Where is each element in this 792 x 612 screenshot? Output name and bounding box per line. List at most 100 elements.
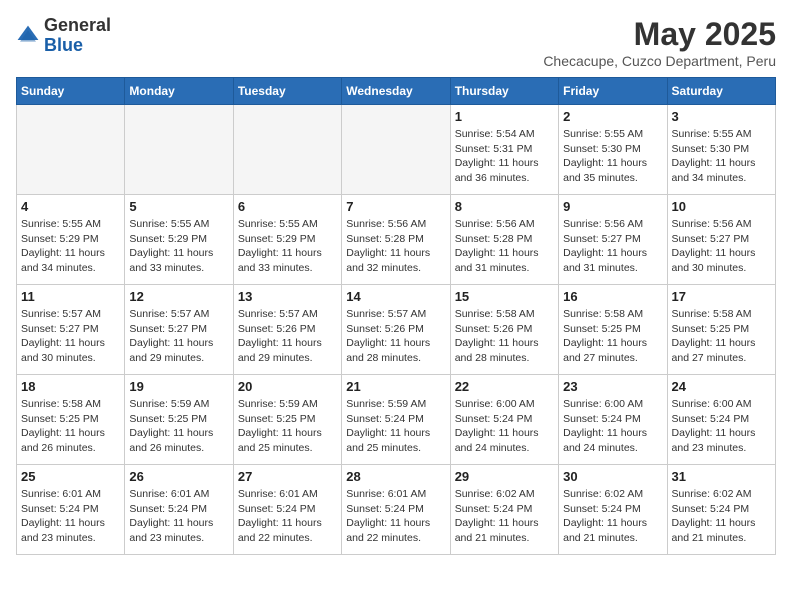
day-info: Sunrise: 6:01 AMSunset: 5:24 PMDaylight:… [238,487,337,546]
calendar-cell: 29 Sunrise: 6:02 AMSunset: 5:24 PMDayligh… [450,465,558,555]
calendar-cell: 30 Sunrise: 6:02 AMSunset: 5:24 PMDayligh… [559,465,667,555]
calendar-cell [17,105,125,195]
day-number: 2 [563,109,662,124]
calendar-cell: 16 Sunrise: 5:58 AMSunset: 5:25 PMDayligh… [559,285,667,375]
calendar-cell: 31 Sunrise: 6:02 AMSunset: 5:24 PMDayligh… [667,465,775,555]
calendar-cell: 13Sunrise: 5:57 AMSunset: 5:26 PMDayligh… [233,285,341,375]
day-number: 6 [238,199,337,214]
day-number: 29 [455,469,554,484]
day-info: Sunrise: 5:55 AMSunset: 5:30 PMDaylight:… [563,127,662,186]
day-number: 13 [238,289,337,304]
day-number: 30 [563,469,662,484]
day-info: Sunrise: 6:01 AMSunset: 5:24 PMDaylight:… [346,487,445,546]
day-of-week-thursday: Thursday [450,78,558,105]
week-row-5: 25Sunrise: 6:01 AMSunset: 5:24 PMDayligh… [17,465,776,555]
calendar-cell: 9Sunrise: 5:56 AMSunset: 5:27 PMDaylight… [559,195,667,285]
day-number: 23 [563,379,662,394]
day-info: Sunrise: 5:54 AMSunset: 5:31 PMDaylight:… [455,127,554,186]
day-of-week-monday: Monday [125,78,233,105]
day-info: Sunrise: 5:59 AMSunset: 5:25 PMDaylight:… [238,397,337,456]
calendar-cell: 25Sunrise: 6:01 AMSunset: 5:24 PMDayligh… [17,465,125,555]
calendar-cell: 1 Sunrise: 5:54 AMSunset: 5:31 PMDaylight… [450,105,558,195]
day-number: 31 [672,469,771,484]
day-number: 12 [129,289,228,304]
day-number: 10 [672,199,771,214]
calendar-cell: 3Sunrise: 5:55 AMSunset: 5:30 PMDaylight… [667,105,775,195]
calendar-cell: 5Sunrise: 5:55 AMSunset: 5:29 PMDaylight… [125,195,233,285]
day-info: Sunrise: 5:55 AMSunset: 5:30 PMDaylight:… [672,127,771,186]
calendar-cell [233,105,341,195]
day-of-week-friday: Friday [559,78,667,105]
day-info: Sunrise: 6:02 AMSunset: 5:24 PMDaylight:… [455,487,554,546]
week-row-4: 18Sunrise: 5:58 AMSunset: 5:25 PMDayligh… [17,375,776,465]
day-info: Sunrise: 5:56 AMSunset: 5:28 PMDaylight:… [455,217,554,276]
day-info: Sunrise: 6:02 AMSunset: 5:24 PMDaylight:… [672,487,771,546]
calendar-cell: 23Sunrise: 6:00 AMSunset: 5:24 PMDayligh… [559,375,667,465]
calendar-cell: 6 Sunrise: 5:55 AMSunset: 5:29 PMDaylight… [233,195,341,285]
calendar-cell: 21Sunrise: 5:59 AMSunset: 5:24 PMDayligh… [342,375,450,465]
day-number: 7 [346,199,445,214]
day-number: 26 [129,469,228,484]
day-info: Sunrise: 6:01 AMSunset: 5:24 PMDaylight:… [129,487,228,546]
calendar-cell [125,105,233,195]
calendar-cell: 4Sunrise: 5:55 AMSunset: 5:29 PMDaylight… [17,195,125,285]
calendar-table: SundayMondayTuesdayWednesdayThursdayFrid… [16,77,776,555]
day-info: Sunrise: 6:01 AMSunset: 5:24 PMDaylight:… [21,487,120,546]
day-number: 16 [563,289,662,304]
day-number: 1 [455,109,554,124]
day-info: Sunrise: 5:56 AMSunset: 5:27 PMDaylight:… [563,217,662,276]
calendar-cell: 26 Sunrise: 6:01 AMSunset: 5:24 PMDayligh… [125,465,233,555]
calendar-cell [342,105,450,195]
week-row-3: 11 Sunrise: 5:57 AMSunset: 5:27 PMDayligh… [17,285,776,375]
calendar-cell: 11 Sunrise: 5:57 AMSunset: 5:27 PMDayligh… [17,285,125,375]
title-section: May 2025 Checacupe, Cuzco Department, Pe… [543,16,776,69]
logo-general-text: General [44,15,111,35]
day-of-week-saturday: Saturday [667,78,775,105]
calendar-cell: 12 Sunrise: 5:57 AMSunset: 5:27 PMDayligh… [125,285,233,375]
day-number: 15 [455,289,554,304]
calendar-cell: 20 Sunrise: 5:59 AMSunset: 5:25 PMDayligh… [233,375,341,465]
day-number: 14 [346,289,445,304]
calendar-cell: 15Sunrise: 5:58 AMSunset: 5:26 PMDayligh… [450,285,558,375]
day-info: Sunrise: 5:57 AMSunset: 5:27 PMDaylight:… [129,307,228,366]
day-info: Sunrise: 6:02 AMSunset: 5:24 PMDaylight:… [563,487,662,546]
day-number: 8 [455,199,554,214]
calendar-header: SundayMondayTuesdayWednesdayThursdayFrid… [17,78,776,105]
day-info: Sunrise: 5:58 AMSunset: 5:25 PMDaylight:… [672,307,771,366]
week-row-2: 4Sunrise: 5:55 AMSunset: 5:29 PMDaylight… [17,195,776,285]
day-info: Sunrise: 5:57 AMSunset: 5:26 PMDaylight:… [346,307,445,366]
day-number: 20 [238,379,337,394]
month-year: May 2025 [543,16,776,53]
location: Checacupe, Cuzco Department, Peru [543,53,776,69]
day-number: 19 [129,379,228,394]
day-info: Sunrise: 5:55 AMSunset: 5:29 PMDaylight:… [129,217,228,276]
day-info: Sunrise: 5:55 AMSunset: 5:29 PMDaylight:… [21,217,120,276]
day-info: Sunrise: 5:59 AMSunset: 5:25 PMDaylight:… [129,397,228,456]
day-info: Sunrise: 6:00 AMSunset: 5:24 PMDaylight:… [455,397,554,456]
day-of-week-sunday: Sunday [17,78,125,105]
day-number: 27 [238,469,337,484]
calendar-cell: 22 Sunrise: 6:00 AMSunset: 5:24 PMDayligh… [450,375,558,465]
day-number: 17 [672,289,771,304]
week-row-1: 1 Sunrise: 5:54 AMSunset: 5:31 PMDaylight… [17,105,776,195]
day-info: Sunrise: 5:55 AMSunset: 5:29 PMDaylight:… [238,217,337,276]
calendar-cell: 18Sunrise: 5:58 AMSunset: 5:25 PMDayligh… [17,375,125,465]
calendar-cell: 7Sunrise: 5:56 AMSunset: 5:28 PMDaylight… [342,195,450,285]
day-number: 28 [346,469,445,484]
calendar-cell: 10 Sunrise: 5:56 AMSunset: 5:27 PMDayligh… [667,195,775,285]
calendar-cell: 2 Sunrise: 5:55 AMSunset: 5:30 PMDaylight… [559,105,667,195]
calendar-cell: 8 Sunrise: 5:56 AMSunset: 5:28 PMDaylight… [450,195,558,285]
day-number: 24 [672,379,771,394]
day-info: Sunrise: 5:57 AMSunset: 5:27 PMDaylight:… [21,307,120,366]
day-info: Sunrise: 6:00 AMSunset: 5:24 PMDaylight:… [672,397,771,456]
day-number: 11 [21,289,120,304]
day-info: Sunrise: 5:56 AMSunset: 5:27 PMDaylight:… [672,217,771,276]
day-info: Sunrise: 5:58 AMSunset: 5:25 PMDaylight:… [563,307,662,366]
calendar-cell: 14 Sunrise: 5:57 AMSunset: 5:26 PMDayligh… [342,285,450,375]
day-number: 22 [455,379,554,394]
logo-icon [16,24,40,48]
logo-blue-text: Blue [44,35,83,55]
day-info: Sunrise: 5:59 AMSunset: 5:24 PMDaylight:… [346,397,445,456]
calendar-cell: 28 Sunrise: 6:01 AMSunset: 5:24 PMDayligh… [342,465,450,555]
calendar-cell: 24 Sunrise: 6:00 AMSunset: 5:24 PMDayligh… [667,375,775,465]
